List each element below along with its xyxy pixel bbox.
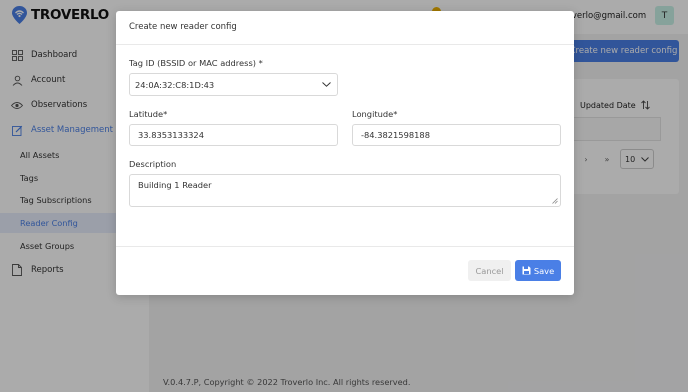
save-label: Save xyxy=(533,265,555,276)
header-divider xyxy=(116,44,574,45)
create-reader-config-dialog: Create new reader config Tag ID (BSSID o… xyxy=(116,11,574,295)
footer-divider xyxy=(116,246,574,247)
tag-id-select[interactable]: 24:0A:32:C8:1D:43 xyxy=(129,73,338,96)
longitude-value: -84.3821598188 xyxy=(361,130,430,140)
tag-id-label: Tag ID (BSSID or MAC address) * xyxy=(129,58,263,68)
chevron-down-icon xyxy=(322,82,331,87)
latitude-label: Latitude* xyxy=(129,109,168,119)
latitude-value: 33.8353133324 xyxy=(138,130,204,140)
dialog-title: Create new reader config xyxy=(129,22,237,32)
tag-id-value: 24:0A:32:C8:1D:43 xyxy=(135,79,215,90)
resize-handle-icon[interactable] xyxy=(552,198,558,204)
longitude-label: Longitude* xyxy=(352,109,398,119)
description-value: Building 1 Reader xyxy=(138,180,212,190)
description-label: Description xyxy=(129,159,177,169)
latitude-input[interactable]: 33.8353133324 xyxy=(129,124,338,146)
save-button[interactable]: Save xyxy=(515,260,561,281)
description-textarea[interactable]: Building 1 Reader xyxy=(129,174,561,207)
longitude-input[interactable]: -84.3821598188 xyxy=(352,124,561,146)
save-icon xyxy=(522,266,531,275)
cancel-button[interactable]: Cancel xyxy=(468,260,511,281)
